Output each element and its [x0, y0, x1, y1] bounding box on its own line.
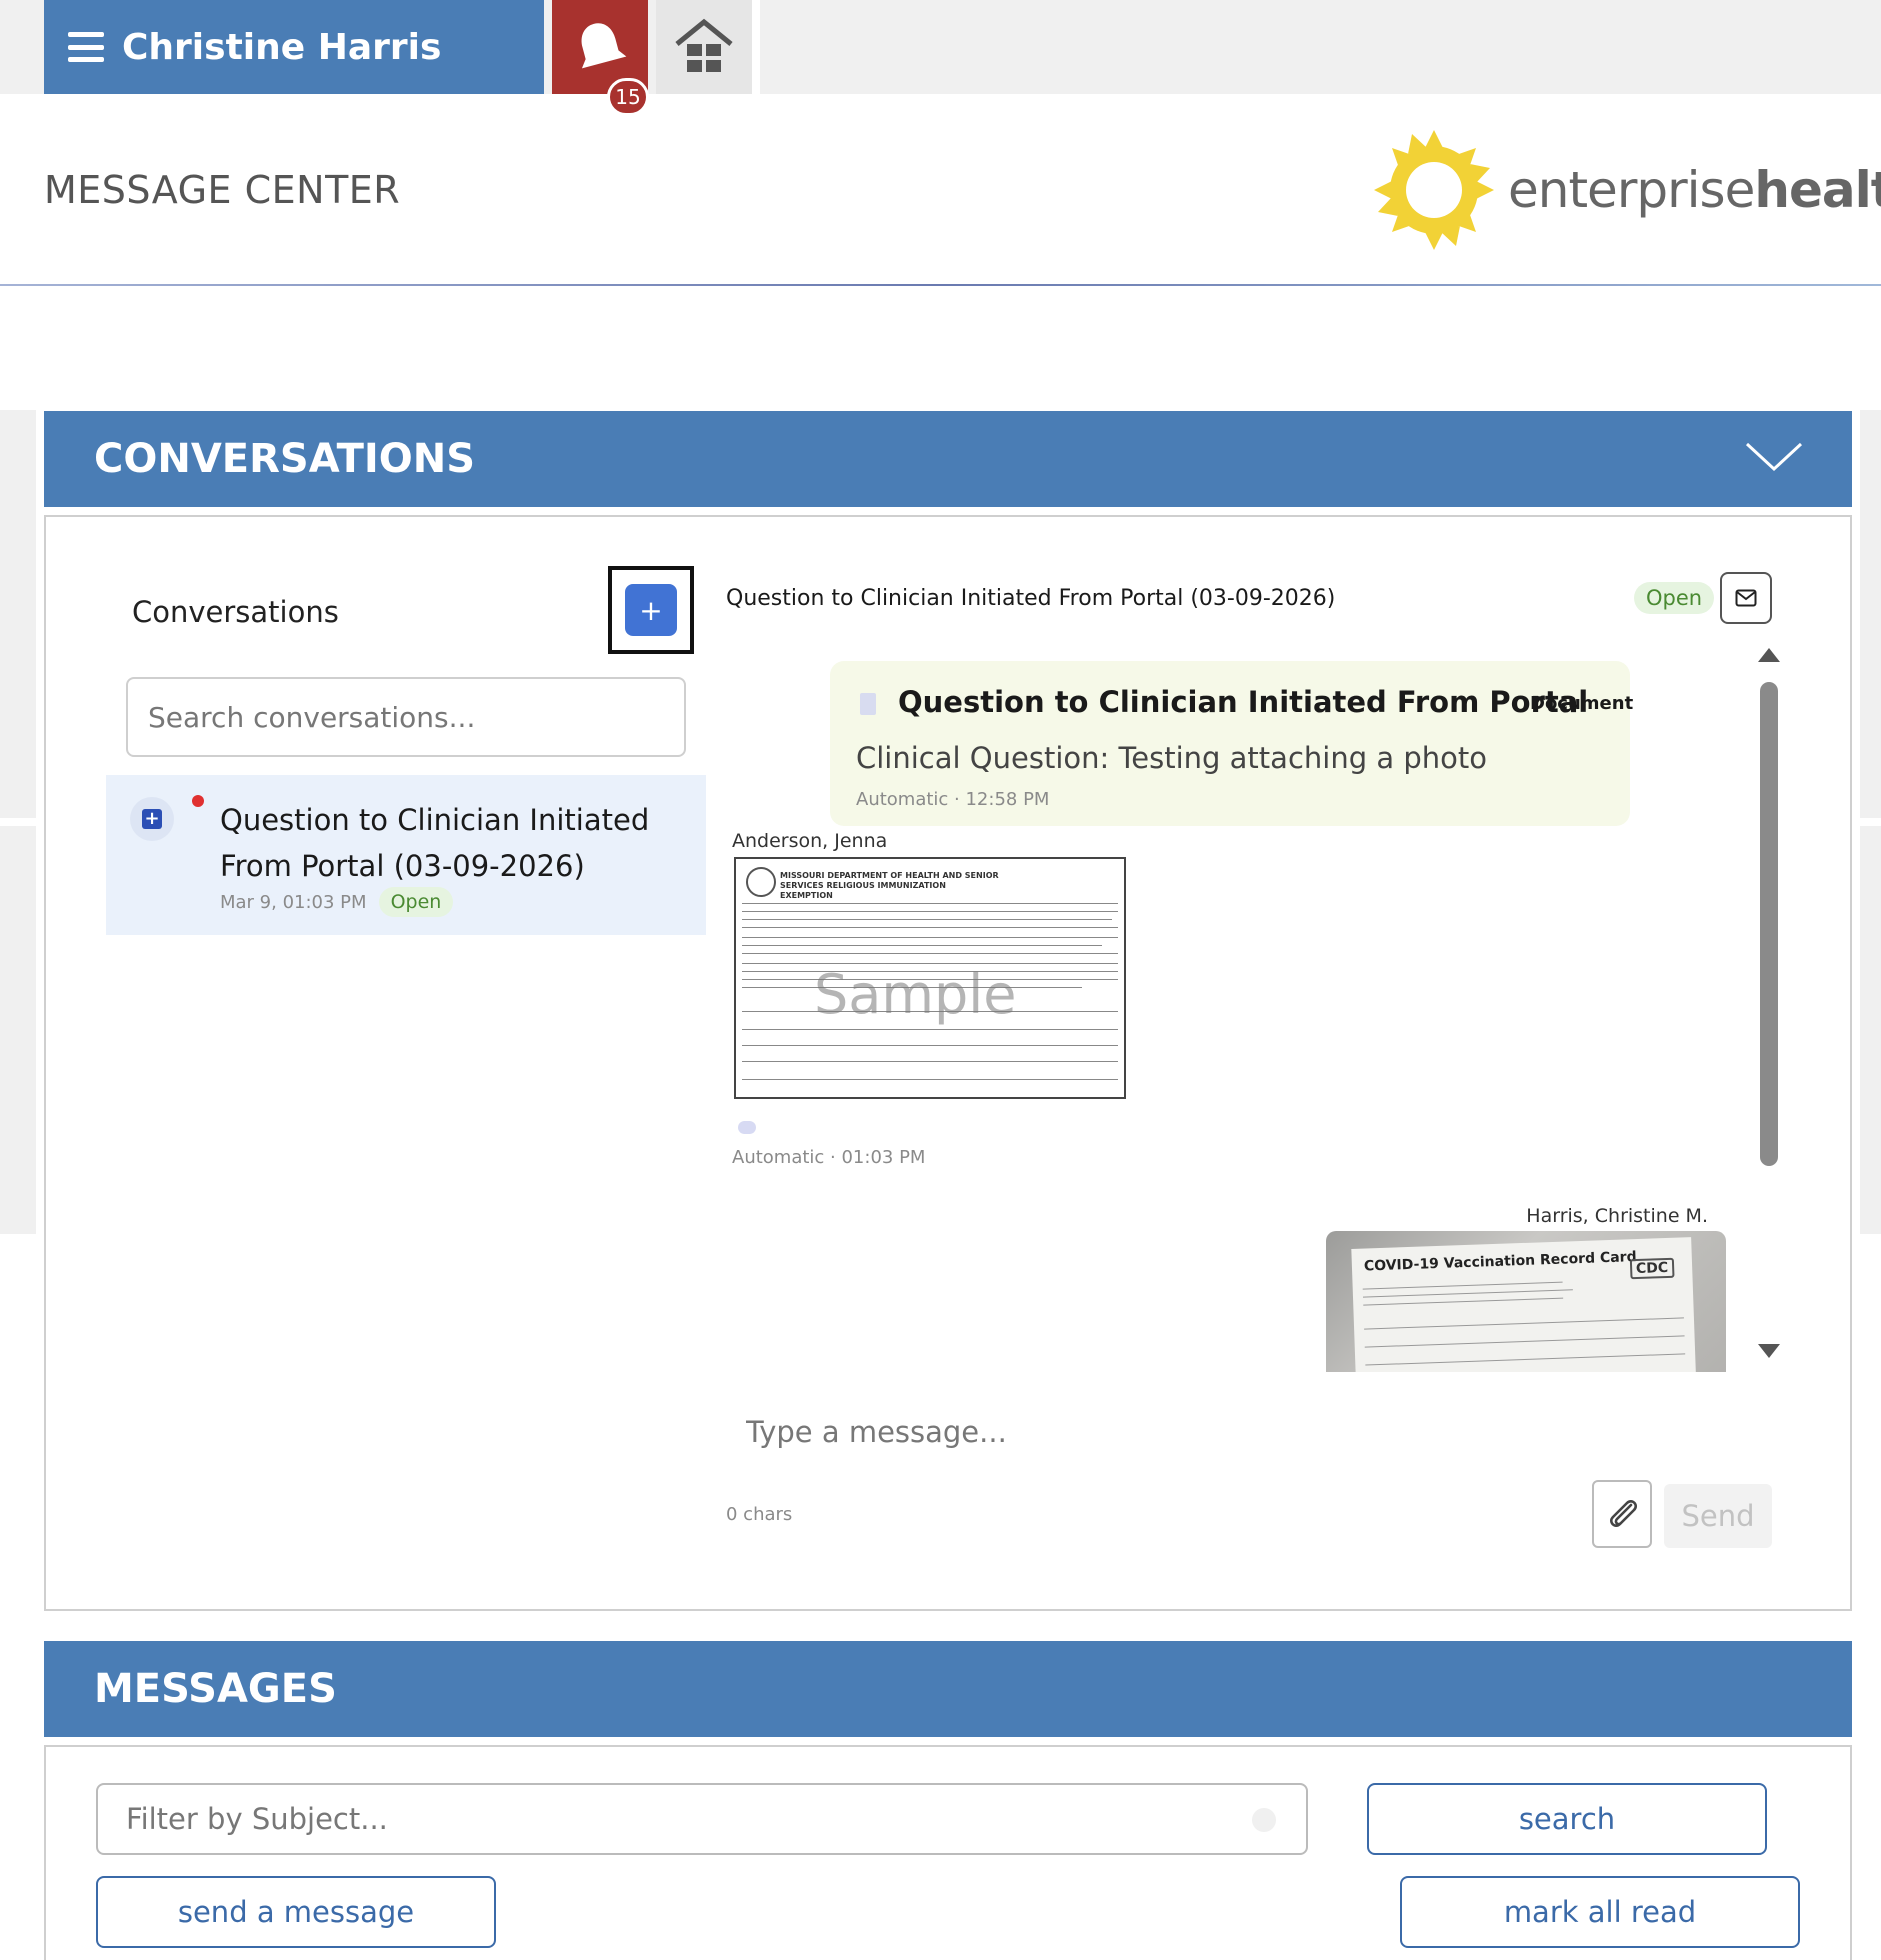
logo-wordmark-bold: health [1754, 161, 1881, 219]
hamburger-menu-icon[interactable] [68, 32, 104, 62]
logo-wordmark-light: enterprise [1508, 161, 1755, 219]
document-message-meta: Automatic · 12:58 PM [856, 789, 1050, 810]
page-title: MESSAGE CENTER [44, 168, 401, 212]
left-side-strip [0, 410, 36, 818]
message-sender-self: Harris, Christine M. [1526, 1205, 1708, 1227]
enterprise-health-logo: enterprisehealth [1372, 128, 1881, 252]
new-conversation-highlight: + [608, 566, 694, 654]
speech-bubble-icon[interactable] [738, 1121, 756, 1134]
scroll-up-arrow-icon[interactable] [1758, 648, 1780, 662]
status-badge: Open [378, 887, 454, 917]
attachment-form-header: MISSOURI DEPARTMENT OF HEALTH AND SENIOR… [780, 871, 999, 900]
attachment-photo-vaccination-card[interactable]: COVID-19 Vaccination Record Card CDC [1326, 1231, 1726, 1372]
right-side-strip [1860, 410, 1881, 818]
home-icon [675, 18, 733, 72]
vaccination-card-title: COVID-19 Vaccination Record Card [1363, 1249, 1637, 1275]
chevron-down-icon[interactable] [1744, 439, 1804, 475]
conversation-search-input[interactable] [126, 677, 686, 757]
top-bar-gap [752, 0, 760, 94]
home-button[interactable] [656, 0, 752, 94]
message-thread[interactable]: Question to Clinician Initiated From Por… [708, 637, 1790, 1372]
thread-scrollbar[interactable] [1754, 648, 1784, 1368]
char-count: 0 chars [726, 1504, 793, 1525]
sun-logo-icon [1374, 130, 1494, 250]
scroll-down-arrow-icon[interactable] [1758, 1344, 1780, 1358]
header-divider [0, 284, 1881, 286]
attachment-image-exemption-form[interactable]: MISSOURI DEPARTMENT OF HEALTH AND SENIOR… [734, 857, 1126, 1099]
document-icon [860, 693, 876, 715]
conversations-section-title: CONVERSATIONS [94, 436, 476, 482]
conversations-list-heading: Conversations [132, 595, 339, 629]
document-message-body: Clinical Question: Testing attaching a p… [856, 741, 1487, 775]
conversation-title: Question to Clinician Initiated From Por… [220, 803, 650, 883]
conversation-meta: Mar 9, 01:03 PM Open [220, 887, 454, 917]
unread-indicator-icon [192, 795, 204, 807]
messages-section-title: MESSAGES [94, 1666, 337, 1712]
user-name: Christine Harris [122, 26, 442, 68]
user-menu-tab[interactable]: Christine Harris [44, 0, 544, 94]
state-seal-icon [746, 867, 776, 897]
attach-file-button[interactable] [1592, 1480, 1652, 1548]
send-button[interactable]: Send [1664, 1484, 1772, 1548]
message-composer: 0 chars Send [708, 1372, 1790, 1562]
cdc-logo: CDC [1629, 1257, 1675, 1280]
scroll-thumb[interactable] [1760, 682, 1778, 1166]
detail-status-badge: Open [1634, 582, 1715, 614]
send-a-message-button[interactable]: send a message [96, 1876, 496, 1948]
mark-all-read-button[interactable]: mark all read [1400, 1876, 1800, 1948]
document-type-label: Document [1530, 693, 1634, 714]
message-meta: Automatic · 01:03 PM [732, 1147, 926, 1168]
messages-section-header[interactable]: MESSAGES [44, 1641, 1852, 1737]
notification-count-badge: 15 [607, 78, 649, 116]
conversations-section-header[interactable]: CONVERSATIONS [44, 411, 1852, 507]
envelope-icon [1735, 589, 1757, 607]
filter-by-subject-input[interactable] [96, 1783, 1308, 1855]
vaccination-card-photo: COVID-19 Vaccination Record Card CDC [1351, 1237, 1697, 1372]
medical-plus-icon: + [130, 797, 174, 841]
left-side-strip-lower [0, 826, 36, 1234]
clear-filter-icon[interactable] [1252, 1808, 1276, 1832]
conversation-date: Mar 9, 01:03 PM [220, 891, 367, 913]
document-message-title: Question to Clinician Initiated From Por… [898, 685, 1589, 719]
right-side-strip-lower [1860, 826, 1881, 1234]
document-message[interactable]: Question to Clinician Initiated From Por… [830, 661, 1634, 826]
search-button[interactable]: search [1367, 1783, 1767, 1855]
email-button[interactable] [1720, 572, 1772, 624]
logo-wordmark: enterprisehealth [1508, 161, 1881, 219]
conversation-list-item[interactable]: + Question to Clinician Initiated From P… [106, 775, 706, 935]
new-conversation-button[interactable]: + [625, 584, 677, 636]
message-input[interactable] [746, 1402, 1546, 1462]
paperclip-icon [1610, 1500, 1637, 1527]
conversation-detail-title: Question to Clinician Initiated From Por… [726, 586, 1336, 611]
message-sender: Anderson, Jenna [732, 830, 888, 852]
sample-watermark: Sample [814, 963, 1017, 1026]
bell-icon [581, 23, 627, 69]
